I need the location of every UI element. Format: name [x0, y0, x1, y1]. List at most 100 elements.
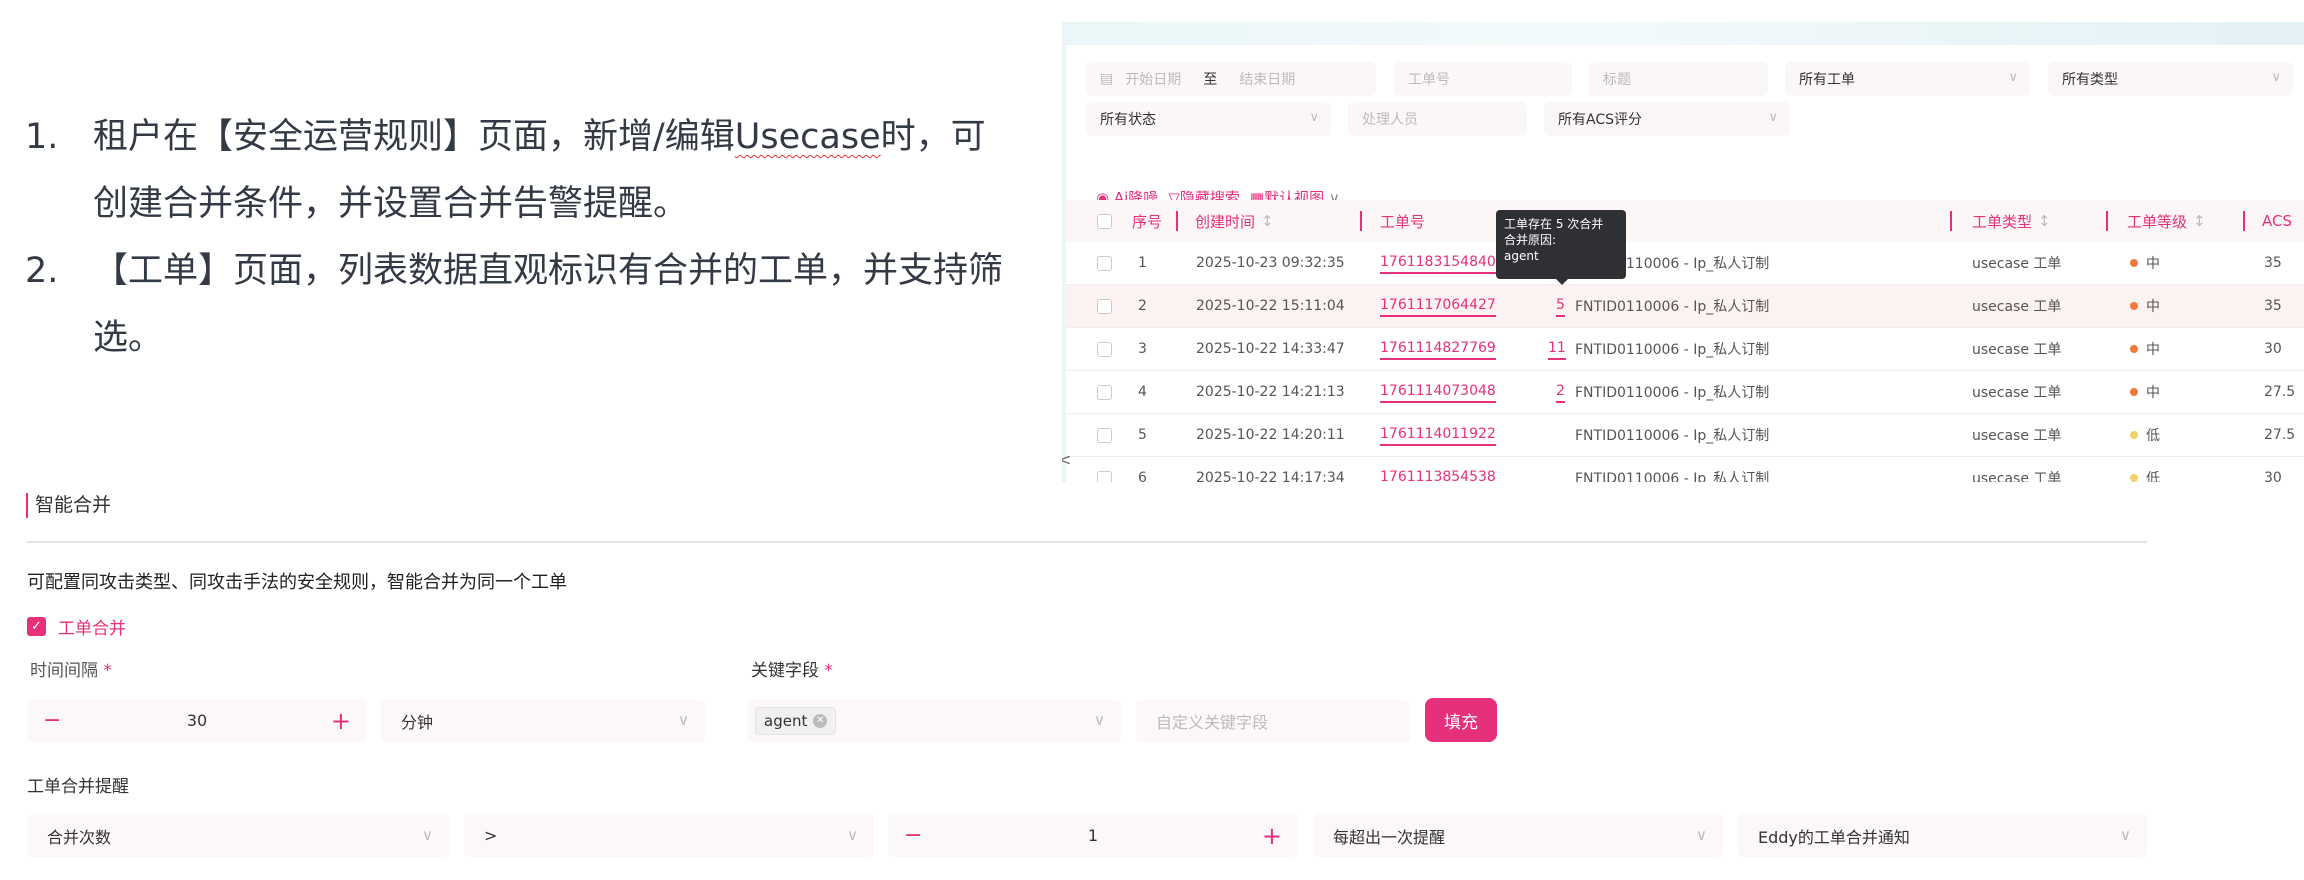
cell-acs: 35 — [2264, 298, 2282, 314]
chevron-down-icon: ∨ — [678, 711, 689, 729]
cell-acs: 27.5 — [2264, 427, 2296, 443]
row-checkbox[interactable] — [1097, 255, 1112, 271]
chevron-down-icon: ∨ — [2271, 70, 2281, 85]
table-row[interactable]: 5 2025-10-22 14:20:11 1761114011922 FNTID01… — [1066, 414, 2304, 457]
close-icon[interactable]: ✕ — [813, 713, 828, 728]
ticket-link[interactable]: 1761114827769 — [1380, 338, 1496, 360]
ticket-filter-select[interactable]: 所有工单 ∨ — [1785, 62, 2030, 96]
header-created[interactable]: 创建时间 ↕ — [1195, 200, 1274, 242]
merge-count-link[interactable]: 11 — [1548, 338, 1566, 360]
acs-filter-select[interactable]: 所有ACS评分 ∨ — [1544, 102, 1790, 136]
row-checkbox[interactable] — [1097, 298, 1112, 314]
level-dot-icon — [2130, 345, 2138, 353]
chevron-down-icon: ∨ — [422, 826, 433, 844]
cell-type: usecase 工单 — [1972, 471, 2062, 482]
date-range-picker[interactable]: ▤ 开始日期 至 结束日期 — [1086, 62, 1376, 96]
header-ticket-no: 工单号 — [1380, 212, 1426, 231]
merge-count-link[interactable]: 5 — [1556, 295, 1565, 317]
notify-select[interactable]: Eddy的工单合并通知 ∨ — [1738, 814, 2147, 857]
level-dot-icon — [2130, 474, 2138, 482]
table-row[interactable]: 1 2025-10-23 09:32:35 1761183154840 FNTID01… — [1066, 242, 2304, 285]
plus-icon[interactable]: + — [331, 707, 351, 735]
cell-index: 6 — [1138, 470, 1147, 482]
cell-created: 2025-10-22 15:11:04 — [1196, 298, 1345, 314]
interval-unit-select[interactable]: 分钟 ∨ — [381, 699, 705, 742]
merge-checkbox[interactable]: ✓ 工单合并 — [27, 614, 126, 639]
intro-item-2: 2. 【工单】页面，列表数据直观标识有合并的工单，并支持筛 选。 — [25, 251, 1004, 358]
select-all-checkbox[interactable] — [1097, 213, 1112, 229]
sort-icon: ↕ — [2038, 212, 2051, 230]
chevron-left-icon[interactable]: < — [1062, 450, 1071, 469]
divider — [27, 541, 2147, 543]
minus-icon[interactable]: − — [904, 823, 922, 848]
cell-created: 2025-10-23 09:32:35 — [1196, 255, 1345, 271]
ticket-link[interactable]: 1761114073048 — [1380, 381, 1496, 403]
reminder-label: 工单合并提醒 — [27, 777, 129, 797]
status-filter-select[interactable]: 所有状态 ∨ — [1086, 102, 1331, 136]
cell-title: FNTID0110006 - Ip_私人订制 — [1575, 299, 1770, 315]
reminder-field-select[interactable]: 合并次数 ∨ — [27, 814, 449, 857]
ticket-list-card: ▤ 开始日期 至 结束日期 工单号 标题 所有工单 ∨ 所有类型 ∨ 所有状态 ∨ 处… — [1066, 45, 2304, 482]
cell-level: 中 — [2146, 385, 2160, 401]
ticket-link[interactable]: 1761114011922 — [1380, 424, 1496, 446]
plus-icon[interactable]: + — [1262, 822, 1282, 850]
custom-key-input[interactable]: 自定义关键字段 — [1136, 699, 1410, 742]
cell-index: 5 — [1138, 427, 1147, 443]
header-level[interactable]: 工单等级 ↕ — [2127, 200, 2206, 242]
cell-acs: 30 — [2264, 470, 2282, 482]
cell-created: 2025-10-22 14:33:47 — [1196, 341, 1345, 357]
cell-level: 中 — [2146, 299, 2160, 315]
row-checkbox[interactable] — [1097, 427, 1112, 443]
cell-title: FNTID0110006 - Ip_私人订制 — [1575, 342, 1770, 358]
header-acs: ACS — [2262, 212, 2292, 230]
operator-select[interactable]: > ∨ — [464, 814, 874, 857]
cell-level: 中 — [2146, 342, 2160, 358]
column-divider — [2243, 211, 2245, 231]
cell-type: usecase 工单 — [1972, 256, 2062, 272]
table-row[interactable]: 3 2025-10-22 14:33:47 1761114827769 11 FNTID… — [1066, 328, 2304, 371]
level-dot-icon — [2130, 388, 2138, 396]
row-checkbox[interactable] — [1097, 470, 1112, 482]
cell-level: 中 — [2146, 256, 2160, 272]
row-checkbox[interactable] — [1097, 384, 1112, 400]
header-type[interactable]: 工单类型 ↕ — [1972, 200, 2051, 242]
table-row[interactable]: 6 2025-10-22 14:17:34 1761113854538 FNTID01… — [1066, 457, 2304, 482]
fill-button[interactable]: 填充 — [1425, 698, 1497, 742]
table-row[interactable]: 2 2025-10-22 15:11:04 1761117064427 5 FNTID0… — [1066, 285, 2304, 328]
cell-level: 低 — [2146, 471, 2160, 482]
section-accent-bar — [26, 493, 28, 518]
handler-input[interactable]: 处理人员 — [1348, 102, 1527, 136]
ticket-link[interactable]: 1761117064427 — [1380, 295, 1496, 317]
chevron-down-icon: ∨ — [1696, 826, 1707, 844]
key-tag: agent ✕ — [755, 706, 837, 735]
interval-stepper[interactable]: − 30 + — [27, 699, 367, 742]
chevron-down-icon: ∨ — [847, 826, 858, 844]
table-row[interactable]: 4 2025-10-22 14:21:13 1761114073048 2 FNTID0… — [1066, 371, 2304, 414]
ticket-link[interactable]: 1761183154840 — [1380, 252, 1496, 274]
frequency-select[interactable]: 每超出一次提醒 ∨ — [1313, 814, 1723, 857]
chevron-down-icon: ∨ — [1094, 711, 1105, 729]
title-input[interactable]: 标题 — [1589, 62, 1768, 96]
merge-count-link[interactable]: 2 — [1556, 381, 1565, 403]
cell-index: 1 — [1138, 255, 1147, 271]
cell-type: usecase 工单 — [1972, 385, 2062, 401]
threshold-stepper[interactable]: − 1 + — [888, 814, 1298, 857]
chevron-down-icon: ∨ — [2008, 70, 2018, 85]
chevron-down-icon: ∨ — [1309, 110, 1319, 125]
section-description: 可配置同攻击类型、同攻击手法的安全规则，智能合并为同一个工单 — [27, 572, 567, 593]
cell-created: 2025-10-22 14:17:34 — [1196, 470, 1345, 482]
header-index: 序号 — [1132, 212, 1163, 231]
sort-icon: ↕ — [2193, 212, 2206, 230]
row-checkbox[interactable] — [1097, 341, 1112, 357]
key-field-select[interactable]: agent ✕ ∨ — [747, 699, 1121, 742]
ticket-no-input[interactable]: 工单号 — [1394, 62, 1572, 96]
column-divider — [1176, 211, 1178, 231]
cell-type: usecase 工单 — [1972, 342, 2062, 358]
minus-icon[interactable]: − — [43, 708, 61, 733]
type-filter-select[interactable]: 所有类型 ∨ — [2048, 62, 2293, 96]
table-header: 序号 创建时间 ↕ 工单号 工单类型 ↕ 工单等级 ↕ ACS — [1066, 200, 2304, 242]
chevron-down-icon: ∨ — [2120, 826, 2131, 844]
section-title: 智能合并 — [35, 494, 112, 516]
cell-index: 3 — [1138, 341, 1147, 357]
ticket-link[interactable]: 1761113854538 — [1380, 467, 1496, 482]
